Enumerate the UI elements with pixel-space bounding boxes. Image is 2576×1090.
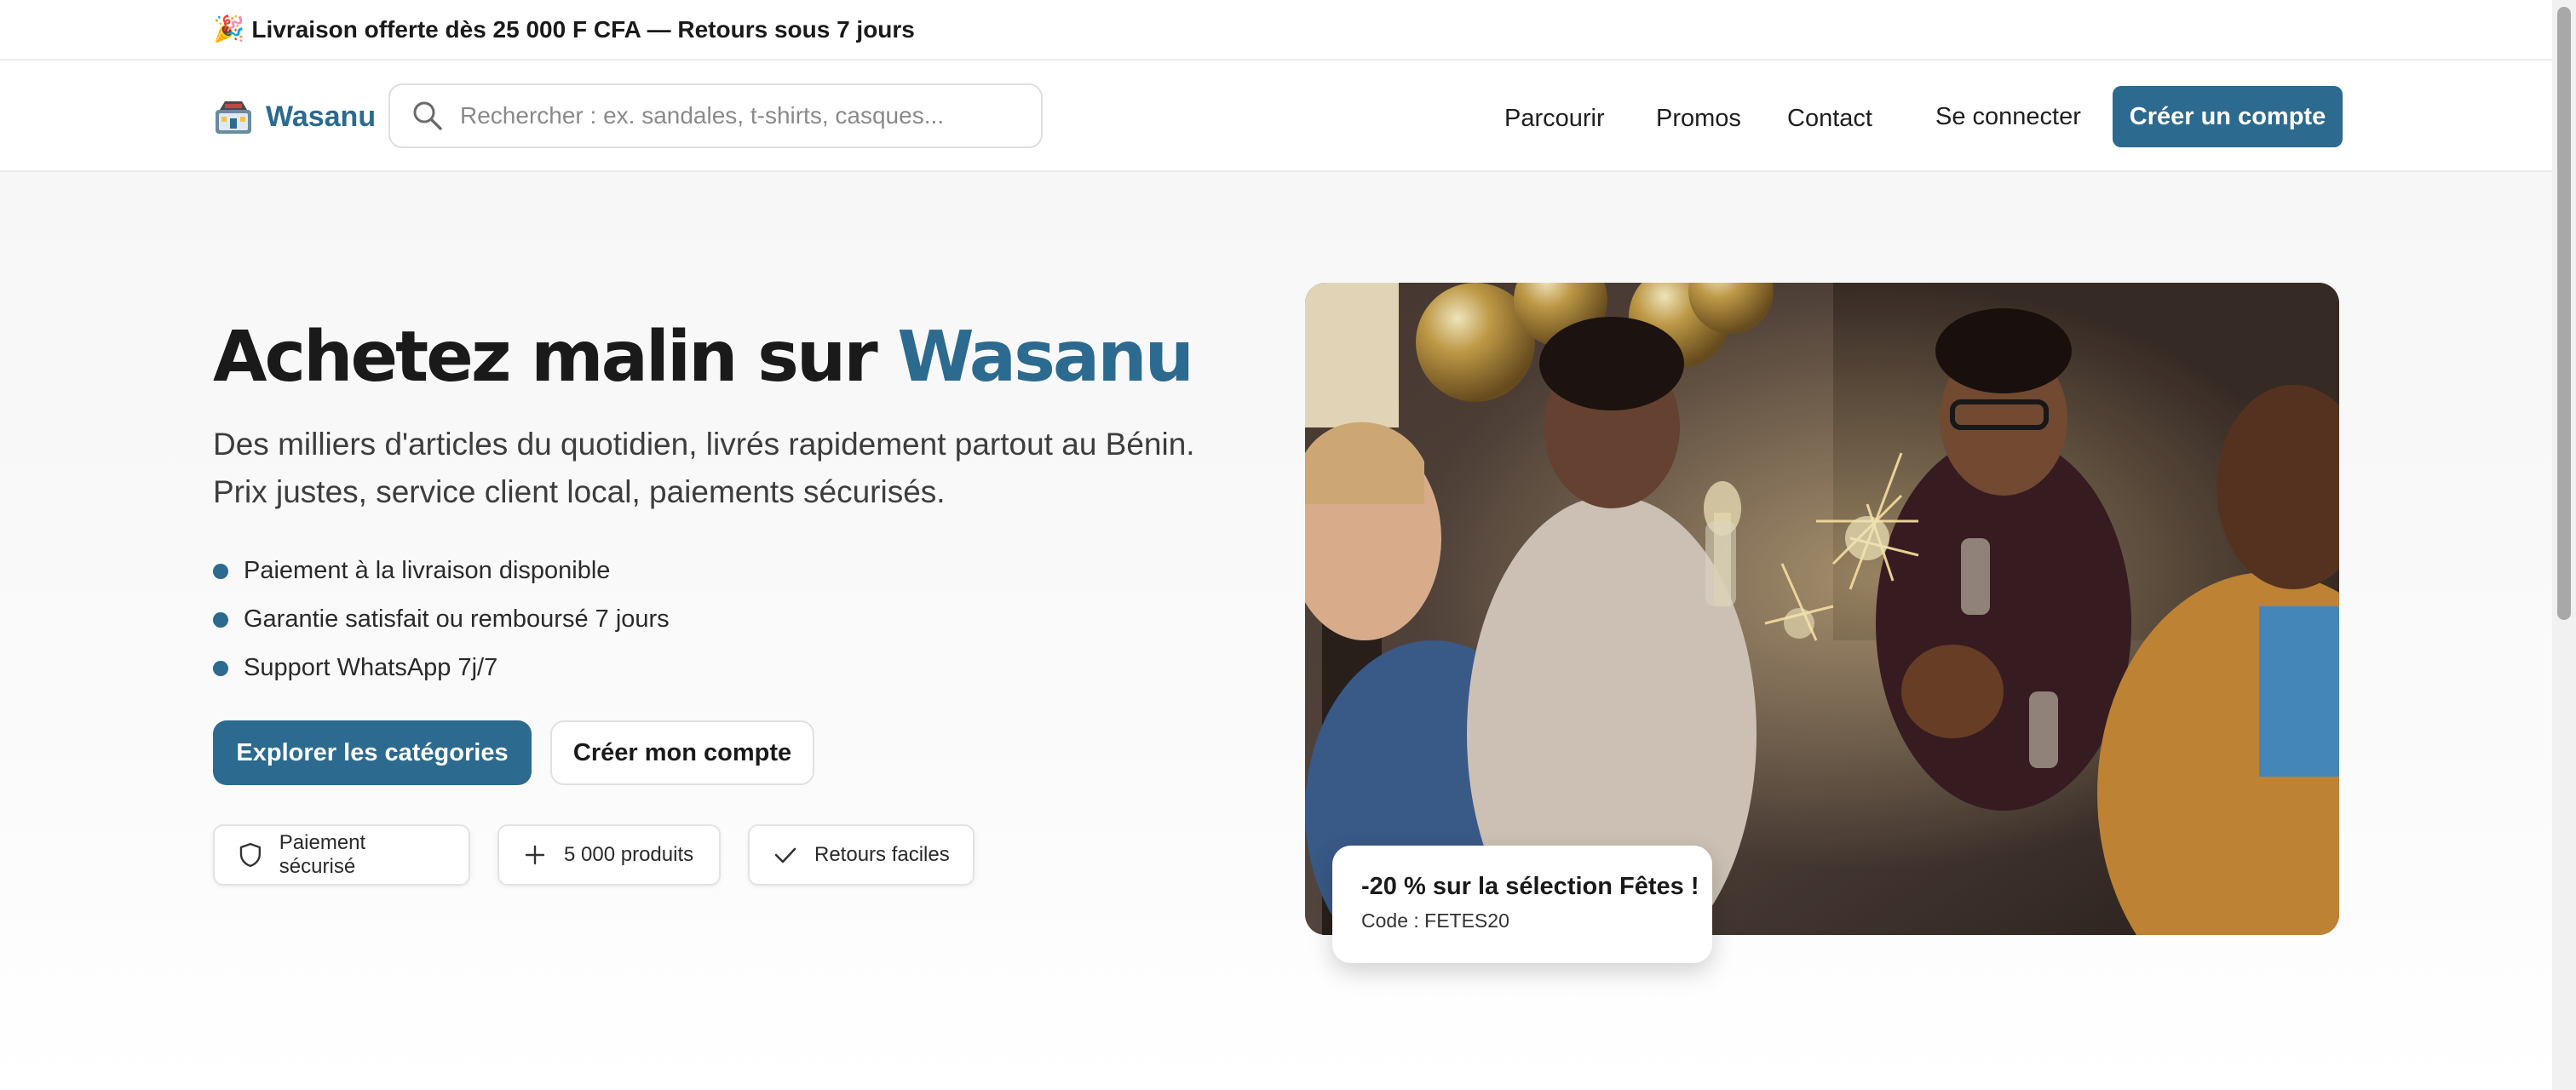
announcement-text: Livraison offerte dès 25 000 F CFA — Ret… — [251, 15, 915, 43]
search-icon — [413, 101, 442, 130]
celebration-photo-illustration — [1305, 283, 2339, 935]
party-popper-icon: 🎉 — [213, 15, 245, 43]
hero-title-prefix: Achetez malin sur — [213, 317, 898, 398]
promo-title: -20 % sur la sélection Fêtes ! — [1361, 873, 1699, 900]
checkmark-icon — [774, 847, 796, 863]
promo-card[interactable]: -20 % sur la sélection Fêtes ! Code : FE… — [1332, 846, 1712, 963]
signup-button[interactable]: Créer un compte — [2113, 86, 2343, 147]
hero-section: Achetez malin sur Wasanu Des milliers d'… — [0, 172, 2552, 1090]
scrollbar-thumb[interactable] — [2557, 7, 2571, 620]
chip-label: 5 000 produits — [564, 843, 694, 866]
chip-easy-returns: Retours faciles — [748, 824, 975, 886]
hero-lead-line-2: Prix justes, service client local, paiem… — [213, 474, 946, 509]
bullet-dot-icon — [213, 611, 228, 628]
search-input[interactable] — [460, 102, 1005, 129]
page-scrollbar[interactable] — [2552, 0, 2576, 1090]
chip-label: Retours faciles — [814, 843, 950, 866]
nav-contact[interactable]: Contact — [1787, 105, 1872, 133]
login-link[interactable]: Se connecter — [1935, 103, 2081, 131]
hero-lead-line-1: Des milliers d'articles du quotidien, li… — [213, 427, 1195, 462]
plus-icon — [525, 845, 545, 865]
feature-label: Garantie satisfait ou remboursé 7 jours — [244, 605, 670, 633]
shield-icon — [239, 842, 262, 868]
announcement-bar: 🎉 Livraison offerte dès 25 000 F CFA — R… — [0, 0, 2552, 60]
feature-item: Support WhatsApp 7j/7 — [213, 644, 670, 692]
bullet-dot-icon — [213, 563, 228, 579]
hero-title: Achetez malin sur Wasanu — [213, 317, 1194, 398]
brand-name: Wasanu — [266, 100, 377, 133]
hero-photo-celebration — [1305, 283, 2339, 935]
hero-lead: Des milliers d'articles du quotidien, li… — [213, 421, 1269, 516]
feature-label: Paiement à la livraison disponible — [244, 557, 611, 584]
shop-logo-icon — [216, 101, 251, 134]
nav-parcourir[interactable]: Parcourir — [1504, 105, 1605, 133]
chip-products: 5 000 produits — [497, 824, 721, 886]
explore-categories-button[interactable]: Explorer les catégories — [213, 720, 532, 785]
search-bar[interactable] — [388, 83, 1043, 148]
create-account-button[interactable]: Créer mon compte — [550, 720, 814, 785]
feature-list: Paiement à la livraison disponible Garan… — [213, 547, 670, 692]
logo-link[interactable]: Wasanu — [213, 93, 376, 141]
promo-code: Code : FETES20 — [1361, 909, 1509, 932]
feature-label: Support WhatsApp 7j/7 — [244, 654, 498, 681]
site-header: Wasanu Parcourir Promos Contact Se conne… — [0, 60, 2552, 172]
chip-secure-payment: Paiement sécurisé — [213, 824, 470, 886]
chip-label: Paiement sécurisé — [279, 831, 366, 878]
bullet-dot-icon — [213, 660, 228, 676]
nav-promos[interactable]: Promos — [1656, 105, 1741, 133]
feature-item: Paiement à la livraison disponible — [213, 547, 670, 595]
feature-item: Garantie satisfait ou remboursé 7 jours — [213, 595, 670, 644]
hero-title-brand: Wasanu — [897, 317, 1194, 398]
